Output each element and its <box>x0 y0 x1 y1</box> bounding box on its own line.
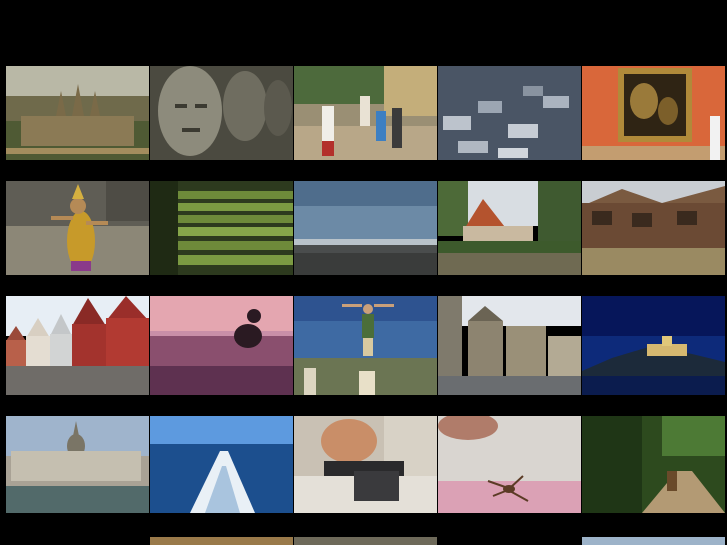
thumbnail-mossy-stairs[interactable] <box>150 181 293 275</box>
thumbnail-surfer-sunset[interactable] <box>150 296 293 395</box>
thumbnail-castle-night[interactable] <box>582 296 725 395</box>
thumbnail-spider-on-bed[interactable] <box>438 416 581 513</box>
thumbnail-boat-wake[interactable] <box>150 416 293 513</box>
thumbnail-city-rooftops[interactable] <box>438 66 581 160</box>
thumbnail-balcony-people[interactable] <box>294 66 437 160</box>
thumbnail-stone-faces[interactable] <box>150 66 293 160</box>
thumbnail-gabled-houses[interactable] <box>6 296 149 395</box>
thumbnail-row5-5[interactable] <box>582 537 725 545</box>
thumbnail-man-lying[interactable] <box>294 416 437 513</box>
thumbnail-man-on-post[interactable] <box>294 296 437 395</box>
thumbnail-riverside-temple[interactable] <box>438 181 581 275</box>
thumbnail-stilt-houses[interactable] <box>582 181 725 275</box>
thumbnail-dancer[interactable] <box>6 181 149 275</box>
thumbnail-row5-3[interactable] <box>294 537 437 545</box>
photo-gallery <box>0 0 727 545</box>
thumbnail-temple-aerial[interactable] <box>6 66 149 160</box>
thumbnail-museum-painting[interactable] <box>582 66 725 160</box>
thumbnail-parliament-river[interactable] <box>6 416 149 513</box>
thumbnail-row5-2[interactable] <box>150 537 293 545</box>
thumbnail-town-square[interactable] <box>438 296 581 395</box>
thumbnail-rocky-shore[interactable] <box>294 181 437 275</box>
thumbnail-jungle-path[interactable] <box>582 416 725 513</box>
